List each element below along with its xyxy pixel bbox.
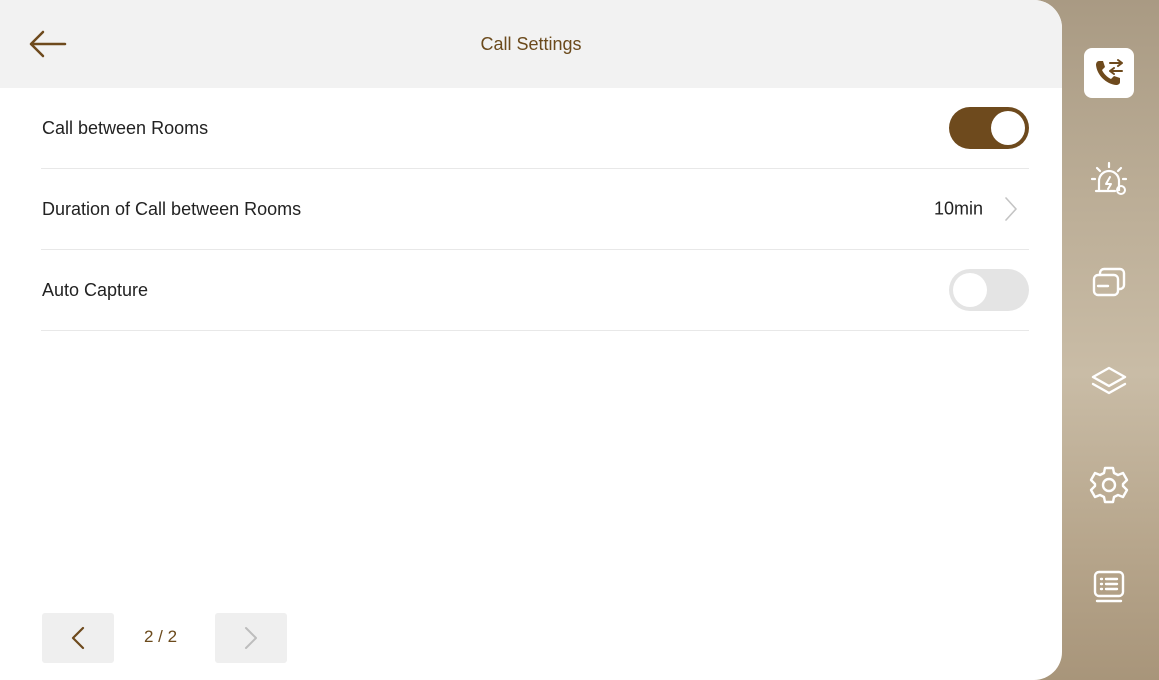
cards-icon (1092, 267, 1126, 297)
chevron-left-icon (71, 626, 85, 650)
page-indicator: 2 / 2 (144, 627, 178, 646)
previous-page-button[interactable] (42, 613, 114, 663)
settings-list: Call between Rooms Duration of Call betw… (41, 88, 1029, 331)
call-between-rooms-toggle[interactable] (949, 107, 1029, 149)
setting-row-auto-capture: Auto Capture (41, 250, 1029, 331)
setting-row-call-duration[interactable]: Duration of Call between Rooms 10min (41, 169, 1029, 250)
toggle-knob (991, 111, 1025, 145)
list-icon (1093, 570, 1125, 603)
gear-icon (1089, 466, 1129, 504)
chevron-right-icon (245, 627, 257, 649)
sidebar-item-settings[interactable] (1082, 458, 1136, 512)
sidebar-item-layers[interactable] (1082, 356, 1136, 410)
header-bar: Call Settings (0, 0, 1062, 88)
sidebar-item-cards[interactable] (1082, 256, 1136, 310)
sidebar-item-alarm[interactable] (1082, 152, 1136, 206)
sidebar-item-call-settings[interactable] (1084, 48, 1134, 98)
toggle-knob (953, 273, 987, 307)
layers-icon (1091, 366, 1127, 395)
alarm-icon (1090, 161, 1128, 195)
phone-settings-icon (1096, 59, 1123, 85)
sidebar-item-list[interactable] (1082, 560, 1136, 614)
page-title: Call Settings (480, 34, 582, 54)
auto-capture-toggle[interactable] (949, 269, 1029, 311)
next-page-button[interactable] (215, 613, 287, 663)
settings-panel: Call Settings Call between Rooms Duratio… (0, 0, 1062, 680)
setting-value: 10min (933, 198, 983, 219)
setting-label: Call between Rooms (42, 117, 209, 138)
setting-row-call-between-rooms: Call between Rooms (41, 88, 1029, 169)
setting-label: Duration of Call between Rooms (42, 198, 302, 219)
setting-label: Auto Capture (42, 279, 149, 300)
chevron-right-icon (1001, 195, 1021, 223)
